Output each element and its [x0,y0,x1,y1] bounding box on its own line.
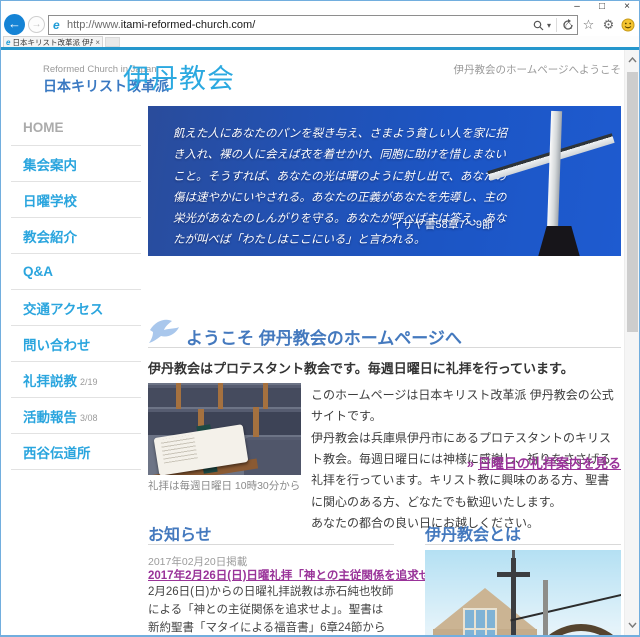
tab-close-icon[interactable]: × [95,38,100,47]
settings-gear-icon[interactable]: ⚙ [601,17,616,32]
lead-text: 伊丹教会はプロテスタント教会です。毎週日曜日に礼拝を行っています。 [148,358,574,377]
title-bar: – □ × [1,1,639,14]
news-link-sermon[interactable]: 2017年2月26日(日)日曜礼拝「神との主従関係を追求せよ」 [148,567,398,583]
bible-verse: 飢えた人にあなたのパンを裂き与え、さまよう貧しい人を家に招き入れ、裸の人に会えば… [173,124,508,252]
divider [148,347,621,348]
url-text[interactable]: http://www.itami-reformed-church.com/ [67,19,533,31]
divider [148,544,394,545]
sidebar-item-nishitani-mission[interactable]: 西谷伝道所 [11,434,141,470]
divider [425,544,621,545]
header-welcome-note: 伊丹教会のホームページへようこそ [454,62,621,77]
tab-title: 日本キリスト改革派 伊丹教会... [12,37,93,48]
hero-banner-image: 飢えた人にあなたのパンを裂き与え、さまよう貧しい人を家に招き入れ、裸の人に会えば… [148,106,621,256]
browser-window: – □ × ← → e http://www.itami-reformed-ch… [0,0,640,637]
sidebar-nav: HOME 集会案内 日曜学校 教会紹介 Q&A 交通アクセス 問い合わせ 礼拝説… [11,110,141,470]
link-arrow: » [467,456,474,471]
feedback-smiley-icon[interactable] [621,18,635,32]
vertical-scrollbar[interactable] [624,50,639,636]
worship-guide-link[interactable]: »日曜日の礼拝案内を見る [467,453,621,472]
cross-upright [547,111,562,234]
verse-citation: イザヤ書58章7～9節 [173,216,493,232]
sidebar-item-sunday-school[interactable]: 日曜学校 [11,182,141,218]
scrollbar-thumb[interactable] [627,72,638,332]
tab-favicon: e [6,38,10,47]
sidebar-item-contact[interactable]: 問い合わせ [11,326,141,362]
sidebar-item-access[interactable]: 交通アクセス [11,290,141,326]
intro-line: このホームページは日本キリスト改革派 伊丹教会の公式サイトです。 [311,385,621,428]
church-cross-upright [511,558,516,636]
news-body: 2月26日(日)からの日曜礼拝説教は赤石純也牧師による「神との主従関係を追求せよ… [148,584,394,636]
sidebar-item-home[interactable]: HOME [11,110,141,146]
home-icon[interactable]: ⌂ [561,17,576,32]
steeple-base [531,226,587,256]
church-cross-bar [497,572,530,577]
sidebar-item-date: 3/08 [80,413,98,423]
utility-pole [543,580,548,636]
minimize-button[interactable]: – [569,1,585,14]
sidebar-item-meetings[interactable]: 集会案内 [11,146,141,182]
search-icon[interactable] [533,20,544,31]
dove-icon [148,318,180,344]
forward-button[interactable]: → [28,16,45,33]
maximize-button[interactable]: □ [594,1,610,14]
sidebar-item-activity-report[interactable]: 活動報告3/08 [11,398,141,434]
address-bar[interactable]: e http://www.itami-reformed-church.com/ … [48,15,578,35]
webpage: Reformed Church in Japan 日本キリスト改革派 伊丹教会 … [1,50,625,636]
browser-tab[interactable]: e 日本キリスト改革派 伊丹教会... × [3,36,103,47]
site-logo[interactable]: 伊丹教会 [123,57,235,96]
welcome-heading: ようこそ 伊丹教会のホームページへ [186,324,462,349]
worship-photo [148,383,301,475]
close-button[interactable]: × [619,1,635,14]
tab-bar: e 日本キリスト改革派 伊丹教会... × [1,36,639,47]
back-button[interactable]: ← [4,14,25,35]
sidebar-item-qa[interactable]: Q&A [11,254,141,290]
sidebar-item-date: 2/19 [80,377,98,387]
photo-caption: 礼拝は毎週日曜日 10時30分から [148,478,300,493]
favorites-star-icon[interactable]: ☆ [581,17,596,32]
about-heading: 伊丹教会とは [425,521,521,545]
search-dropdown-icon[interactable]: ▾ [547,21,551,30]
sidebar-item-sermons[interactable]: 礼拝説教2/19 [11,362,141,398]
new-tab-button[interactable] [105,37,120,47]
news-heading: お知らせ [148,521,212,545]
divider [556,18,557,32]
church-building-photo [425,550,621,636]
scroll-up-icon[interactable] [625,52,640,68]
church-window [463,608,497,636]
site-header: Reformed Church in Japan 日本キリスト改革派 伊丹教会 … [1,50,625,106]
scroll-down-icon[interactable] [625,617,640,633]
navigation-bar: ← → e http://www.itami-reformed-church.c… [1,14,639,36]
ie-favicon: e [53,18,67,32]
sidebar-item-about-church[interactable]: 教会紹介 [11,218,141,254]
